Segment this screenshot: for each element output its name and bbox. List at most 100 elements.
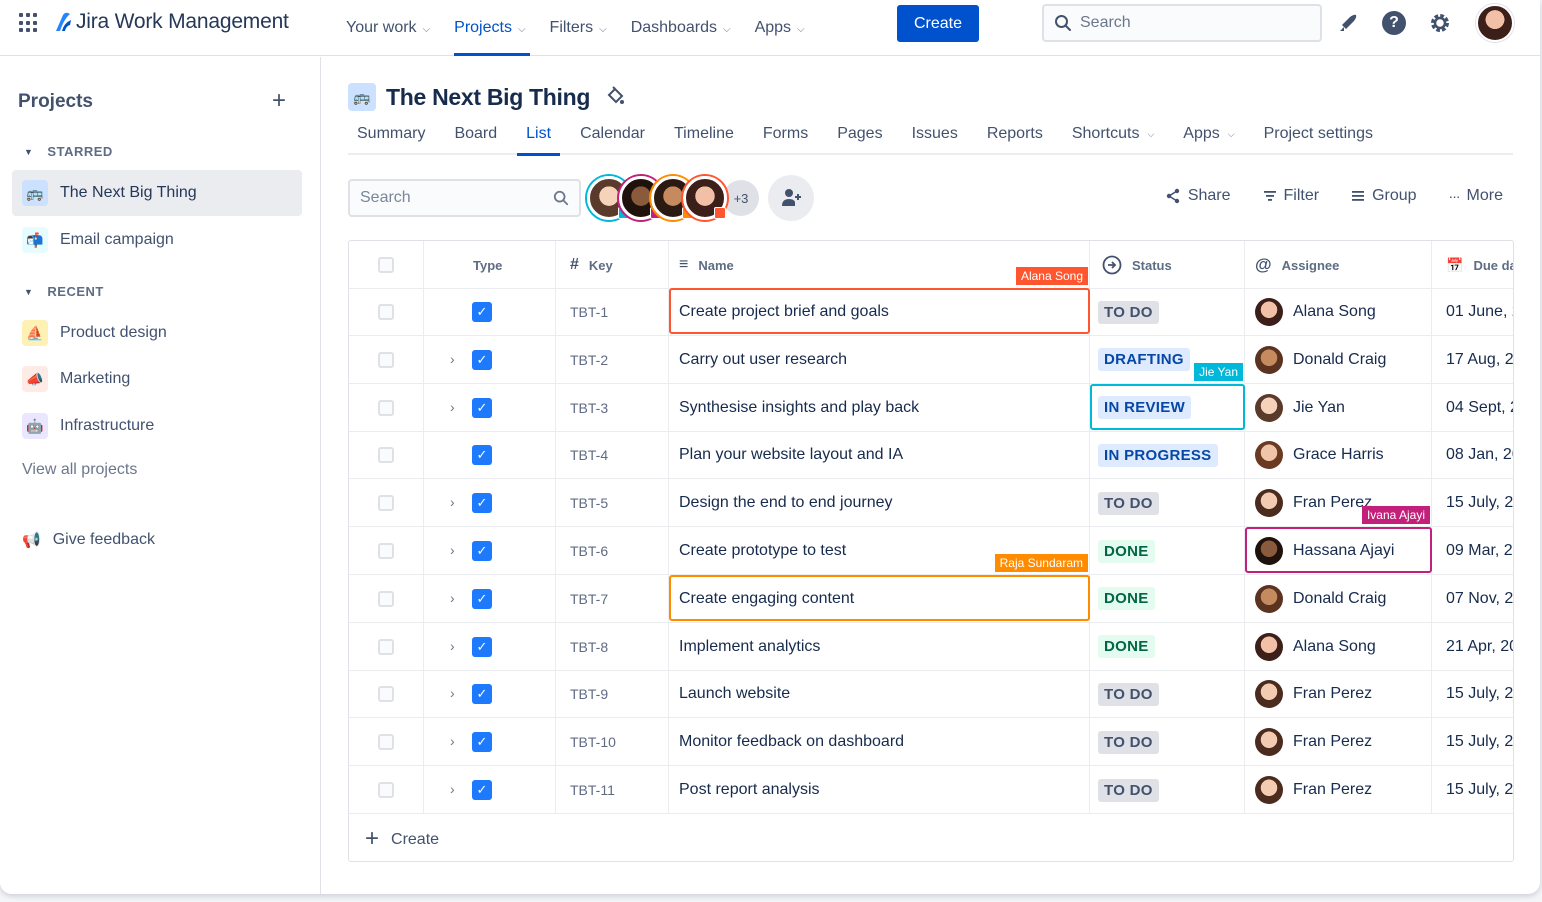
due-date[interactable]: 04 Sept, 2022 [1432, 384, 1513, 432]
chevron-right-icon[interactable]: › [450, 781, 455, 797]
list-search[interactable] [348, 179, 581, 217]
global-search[interactable] [1042, 4, 1322, 42]
sidebar-item-product-design[interactable]: ⛵ Product design [12, 310, 302, 356]
column-header-due-date[interactable]: 📅 Due date [1432, 241, 1513, 289]
nav-filters[interactable]: Filters ⌵ [540, 0, 617, 56]
create-button[interactable]: Create [897, 5, 979, 42]
tab-shortcuts[interactable]: Shortcuts ⌵ [1063, 114, 1163, 154]
tab-issues[interactable]: Issues [903, 114, 967, 154]
issue-key[interactable]: TBT-10 [556, 718, 669, 767]
add-people-button[interactable] [768, 175, 814, 221]
status-cell[interactable]: DONE [1090, 527, 1245, 575]
row-checkbox[interactable] [378, 495, 394, 512]
table-row[interactable]: › ✓ TBT-7 Create engaging content DONE D… [349, 574, 1513, 623]
row-checkbox[interactable] [378, 351, 394, 368]
nav-your-work[interactable]: Your work ⌵ [336, 0, 440, 56]
due-date[interactable]: 01 June, 2022 [1432, 288, 1513, 336]
table-row[interactable]: › ✓ TBT-10 Monitor feedback on dashboard… [349, 718, 1513, 767]
issue-key[interactable]: TBT-5 [556, 479, 669, 528]
table-row[interactable]: › ✓ TBT-5 Design the end to end journey … [349, 479, 1513, 528]
tab-list[interactable]: List [517, 114, 560, 156]
avatar[interactable] [683, 176, 727, 220]
status-cell[interactable]: IN REVIEW [1090, 383, 1245, 432]
issue-name[interactable]: Create engaging content [669, 574, 1090, 623]
nav-dashboards[interactable]: Dashboards ⌵ [621, 0, 741, 56]
app-switcher-icon[interactable] [19, 13, 39, 33]
table-row[interactable]: › ✓ TBT-8 Implement analytics DONE Alana… [349, 622, 1513, 671]
view-all-projects-link[interactable]: View all projects [22, 461, 137, 479]
status-cell[interactable]: DONE [1090, 574, 1245, 623]
status-cell[interactable]: IN PROGRESS [1090, 431, 1245, 480]
row-checkbox[interactable] [378, 304, 394, 320]
paint-bucket-icon[interactable] [604, 86, 626, 108]
row-checkbox[interactable] [378, 447, 394, 464]
table-row[interactable]: › ✓ TBT-3 Synthesise insights and play b… [349, 383, 1513, 432]
issue-key[interactable]: TBT-4 [556, 431, 669, 480]
due-date[interactable]: 17 Aug, 2022 [1432, 336, 1513, 384]
column-header-type[interactable]: Type [424, 241, 556, 289]
group-button[interactable]: Group [1351, 187, 1417, 205]
tab-summary[interactable]: Summary [348, 114, 434, 154]
status-cell[interactable]: TO DO [1090, 288, 1245, 336]
select-all-checkbox[interactable] [378, 257, 394, 273]
tab-reports[interactable]: Reports [978, 114, 1052, 154]
create-issue-button[interactable]: + Create [349, 817, 439, 861]
chevron-right-icon[interactable]: › [450, 351, 455, 367]
status-cell[interactable]: TO DO [1090, 718, 1245, 767]
issue-name[interactable]: Create project brief and goals [669, 288, 1090, 336]
issue-name[interactable]: Synthesise insights and play back [669, 383, 1090, 432]
table-row[interactable]: › ✓ TBT-9 Launch website TO DO Fran Pere… [349, 670, 1513, 719]
tab-pages[interactable]: Pages [828, 114, 891, 154]
column-header-status[interactable]: Status [1090, 241, 1245, 289]
issue-name[interactable]: Carry out user research [669, 335, 1090, 384]
issue-name[interactable]: Plan your website layout and IA [669, 431, 1090, 480]
assignee-cell[interactable]: Fran Perez [1245, 718, 1432, 767]
profile-avatar[interactable] [1476, 4, 1514, 42]
chevron-right-icon[interactable]: › [450, 399, 455, 415]
starred-section-toggle[interactable]: ▼ STARRED [24, 144, 113, 159]
team-avatar-group[interactable]: +3 [587, 176, 759, 220]
settings-icon[interactable] [1427, 10, 1453, 36]
issue-key[interactable]: TBT-1 [556, 288, 669, 336]
table-row[interactable]: › ✓ TBT-11 Post report analysis TO DO Fr… [349, 766, 1513, 814]
due-date[interactable]: 15 July, 2022 [1432, 766, 1513, 814]
column-header-key[interactable]: # Key [556, 241, 669, 289]
row-checkbox[interactable] [378, 638, 394, 655]
table-row[interactable]: › ✓ TBT-6 Create prototype to test DONE … [349, 527, 1513, 575]
column-header-assignee[interactable]: @ Assignee [1245, 241, 1432, 289]
issue-key[interactable]: TBT-9 [556, 670, 669, 719]
help-icon[interactable]: ? [1382, 11, 1406, 35]
issue-key[interactable]: TBT-2 [556, 335, 669, 384]
issue-key[interactable]: TBT-3 [556, 383, 669, 432]
share-button[interactable]: Share [1165, 187, 1231, 205]
due-date[interactable]: 15 July, 2022 [1432, 670, 1513, 718]
tab-board[interactable]: Board [445, 114, 506, 154]
assignee-cell[interactable]: Alana Song [1245, 622, 1432, 671]
list-search-input[interactable] [360, 189, 540, 207]
nav-projects[interactable]: Projects ⌵ [444, 0, 535, 56]
tab-apps[interactable]: Apps ⌵ [1174, 114, 1243, 154]
assignee-cell[interactable]: Grace Harris [1245, 431, 1432, 480]
assignee-cell[interactable]: Fran Perez [1245, 670, 1432, 719]
status-cell[interactable]: TO DO [1090, 670, 1245, 719]
status-cell[interactable]: TO DO [1090, 766, 1245, 814]
sidebar-item-email-campaign[interactable]: 📬 Email campaign [12, 217, 302, 263]
status-cell[interactable]: TO DO [1090, 479, 1245, 528]
chevron-right-icon[interactable]: › [450, 590, 455, 606]
tab-project-settings[interactable]: Project settings [1255, 114, 1382, 154]
chevron-right-icon[interactable]: › [450, 638, 455, 654]
assignee-cell[interactable]: Donald Craig [1245, 335, 1432, 384]
table-row[interactable]: ✓ TBT-4 Plan your website layout and IA … [349, 431, 1513, 480]
issue-name[interactable]: Implement analytics [669, 622, 1090, 671]
chevron-right-icon[interactable]: › [450, 494, 455, 510]
issue-name[interactable]: Design the end to end journey [669, 479, 1090, 528]
status-cell[interactable]: DONE [1090, 622, 1245, 671]
more-button[interactable]: ··· More [1449, 187, 1503, 205]
tab-forms[interactable]: Forms [754, 114, 817, 154]
sidebar-item-infrastructure[interactable]: 🤖 Infrastructure [12, 403, 302, 449]
assignee-cell[interactable]: Donald Craig [1245, 574, 1432, 623]
row-checkbox[interactable] [378, 782, 394, 798]
issue-name[interactable]: Launch website [669, 670, 1090, 719]
tab-timeline[interactable]: Timeline [665, 114, 743, 154]
sidebar-item-marketing[interactable]: 📣 Marketing [12, 356, 302, 402]
